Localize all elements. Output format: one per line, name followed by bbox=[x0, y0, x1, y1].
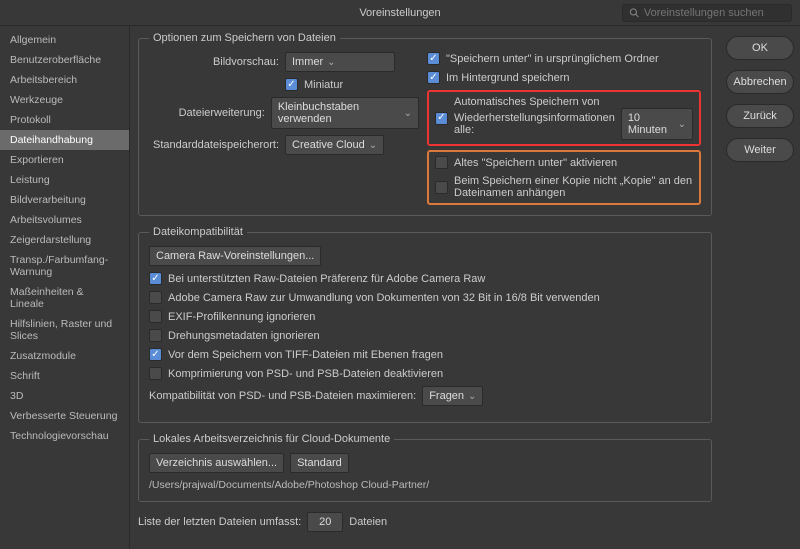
sidebar-item-3d[interactable]: 3D bbox=[0, 386, 129, 406]
sidebar-item-steuerung[interactable]: Verbesserte Steuerung bbox=[0, 406, 129, 426]
cb-orig-folder[interactable] bbox=[427, 52, 440, 65]
cb-compress[interactable] bbox=[149, 367, 162, 380]
cb-no-copy-label[interactable]: Beim Speichern einer Kopie nicht „Kopie"… bbox=[454, 175, 693, 199]
label-loc: Standarddateispeicherort: bbox=[149, 139, 279, 151]
fs-cloud: Lokales Arbeitsverzeichnis für Cloud-Dok… bbox=[138, 433, 712, 502]
sidebar-item-protokoll[interactable]: Protokoll bbox=[0, 110, 129, 130]
label-recent-2: Dateien bbox=[349, 516, 387, 528]
next-button[interactable]: Weiter bbox=[726, 138, 794, 162]
cb-legacy-label[interactable]: Altes "Speichern unter" aktivieren bbox=[454, 157, 617, 169]
cb-autosave-label1[interactable]: Automatisches Speichern von bbox=[454, 96, 693, 108]
select-loc[interactable]: Creative Cloud bbox=[285, 135, 384, 155]
cb-background-label[interactable]: Im Hintergrund speichern bbox=[446, 72, 570, 84]
select-maximize[interactable]: Fragen bbox=[422, 386, 483, 406]
cb-tiff-ask[interactable] bbox=[149, 348, 162, 361]
search-icon bbox=[629, 7, 640, 19]
cb-rotation-label[interactable]: Drehungsmetadaten ignorieren bbox=[168, 330, 320, 342]
cb-legacy-save[interactable] bbox=[435, 156, 448, 169]
cb-autosave[interactable] bbox=[435, 112, 448, 125]
sidebar-item-hilfslinien[interactable]: Hilfslinien, Raster und Slices bbox=[0, 314, 129, 346]
back-button[interactable]: Zurück bbox=[726, 104, 794, 128]
cb-miniatur[interactable] bbox=[285, 78, 298, 91]
fs-save-options: Optionen zum Speichern von Dateien Bildv… bbox=[138, 32, 712, 216]
select-autosave-interval[interactable]: 10 Minuten bbox=[621, 108, 693, 140]
cb-compress-label[interactable]: Komprimierung von PSD- und PSB-Dateien d… bbox=[168, 368, 443, 380]
select-ext[interactable]: Kleinbuchstaben verwenden bbox=[271, 97, 419, 129]
sidebar: Allgemein Benutzeroberfläche Arbeitsbere… bbox=[0, 26, 130, 549]
ok-button[interactable]: OK bbox=[726, 36, 794, 60]
cb-tiff-ask-label[interactable]: Vor dem Speichern von TIFF-Dateien mit E… bbox=[168, 349, 443, 361]
label-ext: Dateierweiterung: bbox=[149, 107, 265, 119]
fs-compat-legend: Dateikompatibilität bbox=[149, 226, 247, 238]
cb-exif-label[interactable]: EXIF-Profilkennung ignorieren bbox=[168, 311, 315, 323]
cb-raw-pref[interactable] bbox=[149, 272, 162, 285]
fs-compat: Dateikompatibilität Camera Raw-Voreinste… bbox=[138, 226, 712, 423]
sidebar-item-zusatz[interactable]: Zusatzmodule bbox=[0, 346, 129, 366]
sidebar-item-werkzeuge[interactable]: Werkzeuge bbox=[0, 90, 129, 110]
cb-exif[interactable] bbox=[149, 310, 162, 323]
cb-rotation[interactable] bbox=[149, 329, 162, 342]
button-camera-raw-prefs[interactable]: Camera Raw-Voreinstellungen... bbox=[149, 246, 321, 266]
sidebar-item-transp[interactable]: Transp./Farbumfang-Warnung bbox=[0, 250, 129, 282]
input-recent-count[interactable] bbox=[307, 512, 343, 532]
cb-raw-pref-label[interactable]: Bei unterstützten Raw-Dateien Präferenz … bbox=[168, 273, 485, 285]
cb-background[interactable] bbox=[427, 71, 440, 84]
fs-save-legend: Optionen zum Speichern von Dateien bbox=[149, 32, 340, 44]
cb-autosave-label2[interactable]: Wiederherstellungsinformationen alle: bbox=[454, 112, 615, 136]
label-maximize: Kompatibilität von PSD- und PSB-Dateien … bbox=[149, 390, 416, 402]
sidebar-item-dateihandhabung[interactable]: Dateihandhabung bbox=[0, 130, 129, 150]
sidebar-item-tech[interactable]: Technologievorschau bbox=[0, 426, 129, 446]
label-preview: Bildvorschau: bbox=[149, 56, 279, 68]
search-input[interactable] bbox=[644, 7, 785, 19]
button-default-dir[interactable]: Standard bbox=[290, 453, 349, 473]
sidebar-item-allgemein[interactable]: Allgemein bbox=[0, 30, 129, 50]
cb-no-copy[interactable] bbox=[435, 181, 448, 194]
sidebar-item-benutzeroberflaeche[interactable]: Benutzeroberfläche bbox=[0, 50, 129, 70]
cb-miniatur-label[interactable]: Miniatur bbox=[304, 79, 343, 91]
cb-orig-label[interactable]: "Speichern unter" in ursprünglichem Ordn… bbox=[446, 53, 659, 65]
cb-32to16-label[interactable]: Adobe Camera Raw zur Umwandlung von Doku… bbox=[168, 292, 600, 304]
sidebar-item-schrift[interactable]: Schrift bbox=[0, 366, 129, 386]
label-recent-1: Liste der letzten Dateien umfasst: bbox=[138, 516, 301, 528]
sidebar-item-arbeitsbereich[interactable]: Arbeitsbereich bbox=[0, 70, 129, 90]
sidebar-item-zeiger[interactable]: Zeigerdarstellung bbox=[0, 230, 129, 250]
cloud-path: /Users/prajwal/Documents/Adobe/Photoshop… bbox=[149, 479, 701, 491]
cancel-button[interactable]: Abbrechen bbox=[726, 70, 794, 94]
sidebar-item-bildverarbeitung[interactable]: Bildverarbeitung bbox=[0, 190, 129, 210]
button-choose-dir[interactable]: Verzeichnis auswählen... bbox=[149, 453, 284, 473]
page-title: Voreinstellungen bbox=[359, 7, 440, 19]
sidebar-item-leistung[interactable]: Leistung bbox=[0, 170, 129, 190]
sidebar-item-mass[interactable]: Maßeinheiten & Lineale bbox=[0, 282, 129, 314]
cb-32to16[interactable] bbox=[149, 291, 162, 304]
highlight-legacy: Altes "Speichern unter" aktivieren Beim … bbox=[427, 150, 701, 205]
fs-cloud-legend: Lokales Arbeitsverzeichnis für Cloud-Dok… bbox=[149, 433, 394, 445]
sidebar-item-arbeitsvolumes[interactable]: Arbeitsvolumes bbox=[0, 210, 129, 230]
search-container bbox=[622, 4, 792, 22]
select-preview[interactable]: Immer bbox=[285, 52, 395, 72]
highlight-autosave: Automatisches Speichern von Wiederherste… bbox=[427, 90, 701, 146]
sidebar-item-exportieren[interactable]: Exportieren bbox=[0, 150, 129, 170]
button-column: OK Abbrechen Zurück Weiter bbox=[720, 26, 800, 549]
main-panel: Optionen zum Speichern von Dateien Bildv… bbox=[130, 26, 720, 549]
